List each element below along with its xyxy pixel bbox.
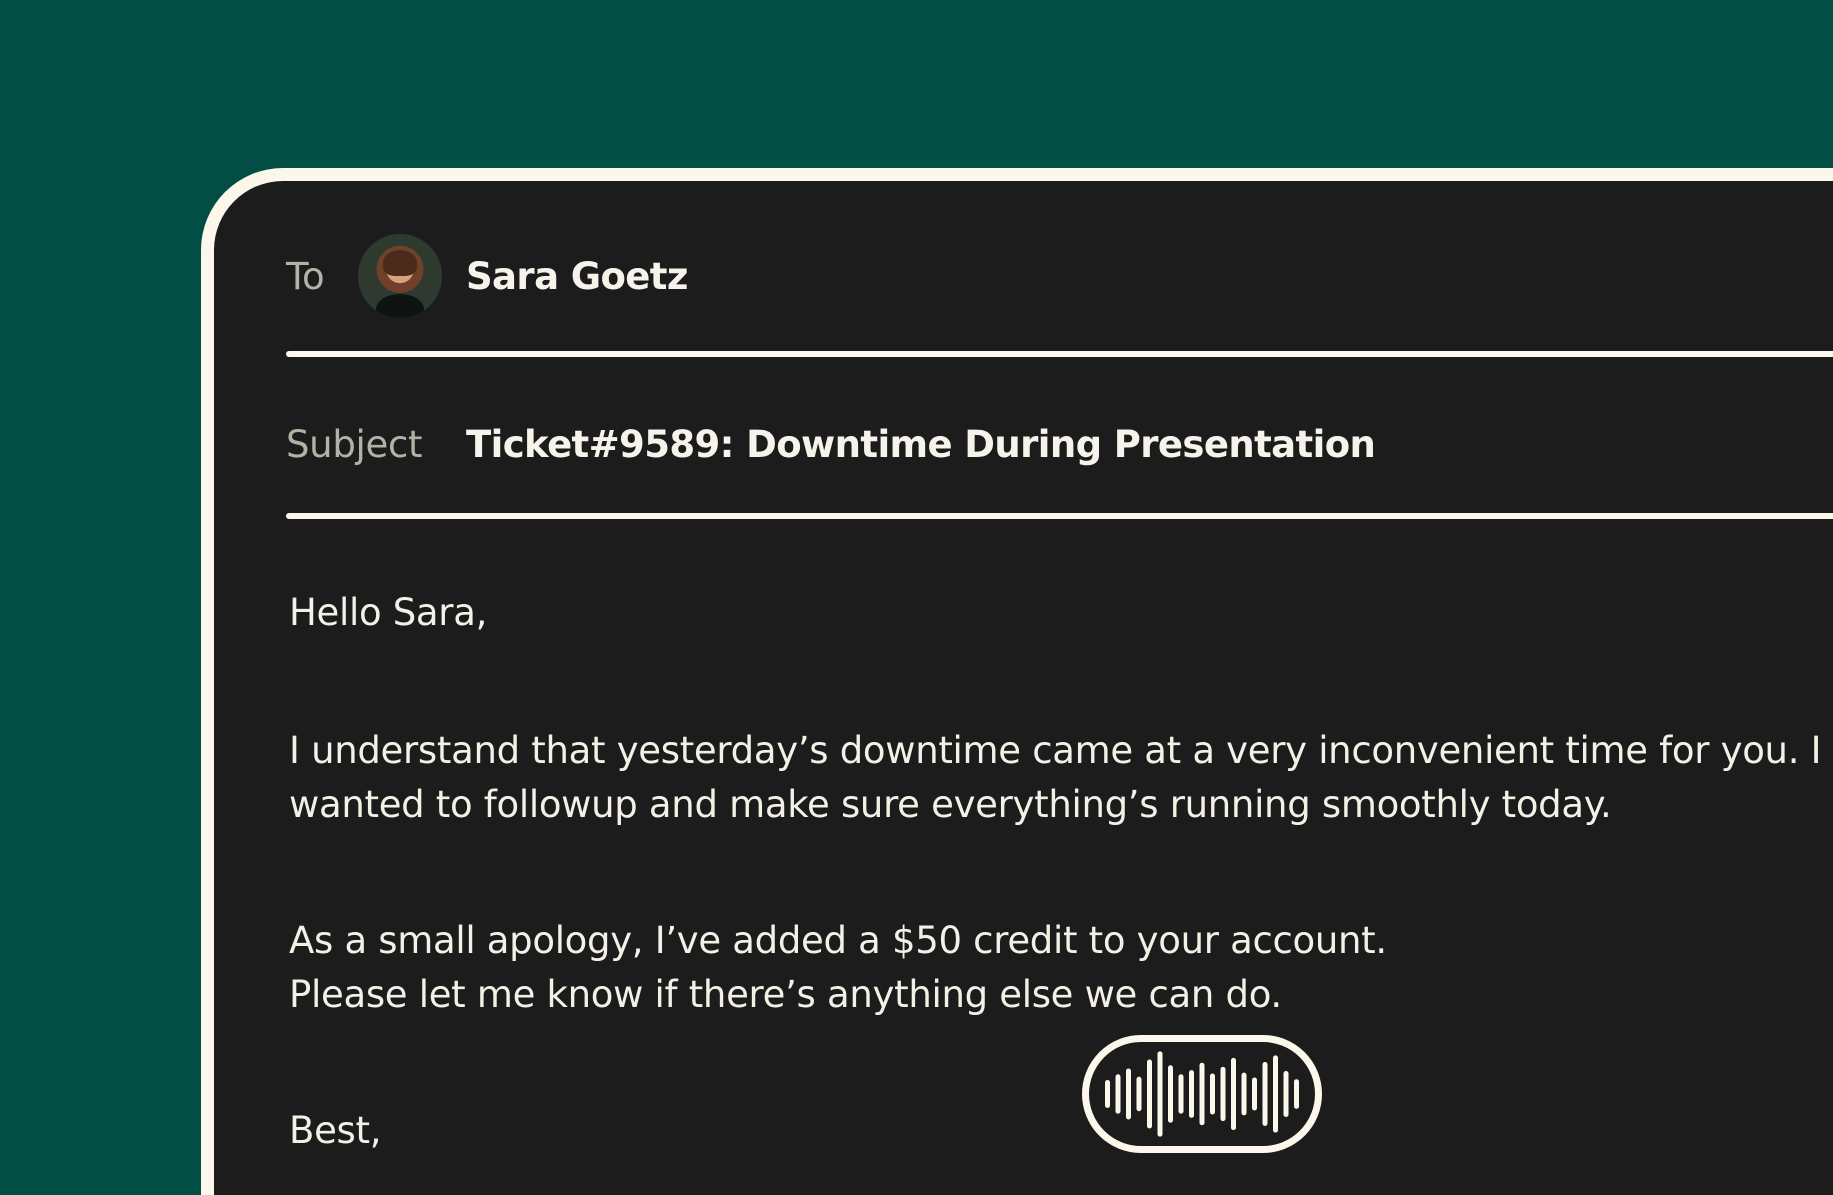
greeting-line: Hello Sara,: [289, 591, 488, 634]
greeting-text: Hello Sara,: [289, 586, 1833, 640]
recipient-name[interactable]: Sara Goetz: [466, 255, 688, 298]
to-row[interactable]: To Sara Goetz: [286, 231, 1833, 321]
recipient-avatar: [358, 234, 442, 318]
paragraph-two: As a small apology, I’ve added a $50 cre…: [289, 914, 1833, 1022]
waveform-icon: [1105, 1051, 1299, 1137]
email-compose-card: To Sara Goetz Subject Ticket#9589: Downt…: [201, 168, 1833, 1195]
paragraph-two-line-1: As a small apology, I’ve added a $50 cre…: [289, 919, 1387, 962]
subject-row[interactable]: Subject Ticket#9589: Downtime During Pre…: [286, 399, 1833, 489]
subject-field[interactable]: Ticket#9589: Downtime During Presentatio…: [466, 423, 1376, 466]
subject-divider: [286, 513, 1833, 519]
voice-dictation-button[interactable]: [1082, 1035, 1322, 1153]
subject-label: Subject: [286, 422, 423, 466]
paragraph-one-line-1: I understand that yesterday’s downtime c…: [289, 729, 1822, 772]
signoff-line: Best,: [289, 1109, 382, 1152]
message-body[interactable]: Hello Sara, I understand that yesterday’…: [289, 586, 1833, 1158]
paragraph-one-line-2: wanted to followup and make sure everyth…: [289, 783, 1612, 826]
to-divider: [286, 351, 1833, 357]
paragraph-one: I understand that yesterday’s downtime c…: [289, 724, 1833, 832]
signoff-text: Best,: [289, 1104, 1833, 1158]
to-label: To: [286, 254, 325, 298]
paragraph-two-line-2: Please let me know if there’s anything e…: [289, 973, 1282, 1016]
